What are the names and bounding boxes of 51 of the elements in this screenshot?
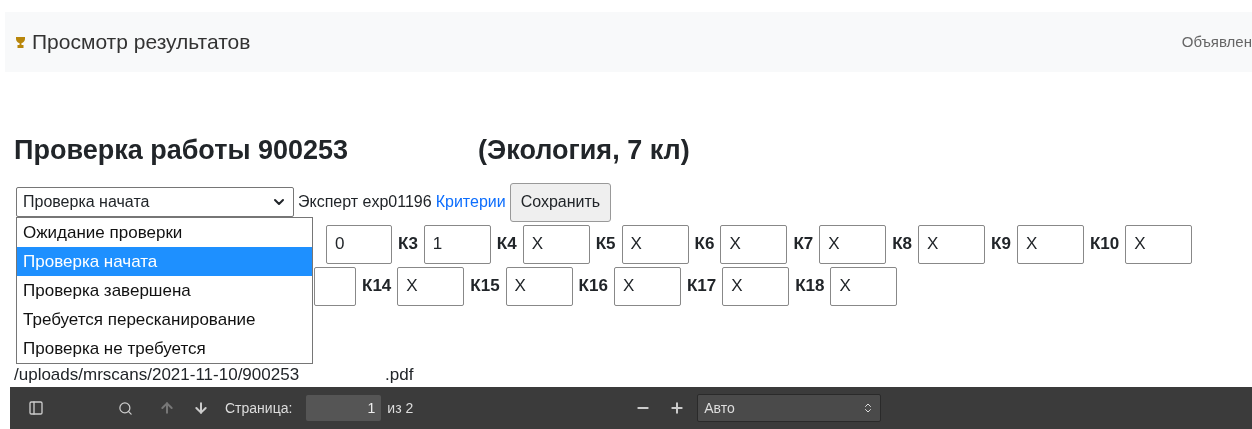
expert-label: Эксперт exp01196 (298, 192, 432, 212)
sidebar-toggle-icon[interactable] (28, 400, 44, 416)
criteria-link[interactable]: Критерии (435, 190, 506, 214)
score-field[interactable]: X (397, 266, 465, 306)
score-field[interactable] (314, 266, 356, 306)
score-field[interactable]: X (505, 266, 573, 306)
page-label: Страница: (225, 398, 293, 418)
score-field[interactable]: X (1125, 224, 1193, 264)
criterion-label: К10 (1089, 233, 1120, 256)
score-field[interactable]: 1 (423, 224, 491, 264)
work-subject: (Экология, 7 кл) (478, 134, 690, 167)
score-field[interactable]: X (722, 266, 790, 306)
score-field[interactable]: X (1016, 224, 1084, 264)
criterion-label: К17 (686, 275, 717, 298)
trophy-icon (15, 35, 26, 49)
score-field[interactable]: 0 (326, 224, 392, 264)
score-field[interactable]: X (621, 224, 689, 264)
criterion-label: К14 (362, 275, 392, 298)
status-select[interactable]: Проверка начата (16, 187, 294, 217)
nav-link[interactable]: Объявлен (1181, 30, 1252, 54)
page-number-field[interactable]: 1 (306, 395, 382, 421)
criterion-label: К3 (398, 233, 418, 256)
criterion-label: К7 (793, 233, 814, 256)
search-icon[interactable] (118, 400, 133, 416)
score-field[interactable]: X (522, 224, 590, 264)
dropdown-option[interactable]: Проверка не требуется (17, 334, 312, 363)
dropdown-option[interactable]: Проверка завершена (17, 276, 312, 305)
criterion-label: К4 (496, 233, 517, 256)
criterion-label: К15 (470, 275, 500, 298)
dropdown-option[interactable]: Требуется пересканирование (17, 305, 312, 334)
page-title: Просмотр результатов (32, 29, 251, 56)
file-extension: .pdf (385, 364, 414, 385)
score-field[interactable]: X (830, 266, 898, 306)
criterion-label: К6 (694, 233, 715, 256)
score-field[interactable]: X (819, 224, 887, 264)
arrow-down-icon[interactable] (193, 400, 209, 416)
work-title: Проверка работы 900253 (14, 134, 349, 167)
criterion-label: К5 (595, 233, 616, 256)
zoom-select[interactable]: Авто (697, 394, 882, 422)
criterion-label: К18 (795, 275, 825, 298)
score-field[interactable]: X (613, 266, 681, 306)
save-button[interactable]: Сохранить (509, 182, 612, 222)
file-path: /uploads/mrscans/2021-11-10/900253 (14, 364, 300, 385)
dropdown-option[interactable]: Ожидание проверки (17, 218, 312, 247)
score-field[interactable]: X (918, 224, 986, 264)
arrow-up-icon[interactable] (159, 400, 175, 416)
criterion-label: К16 (578, 275, 608, 298)
criterion-label: К9 (991, 233, 1011, 256)
criterion-label: К8 (892, 233, 913, 256)
score-field[interactable]: X (720, 224, 788, 264)
page-total: из 2 (387, 398, 414, 418)
